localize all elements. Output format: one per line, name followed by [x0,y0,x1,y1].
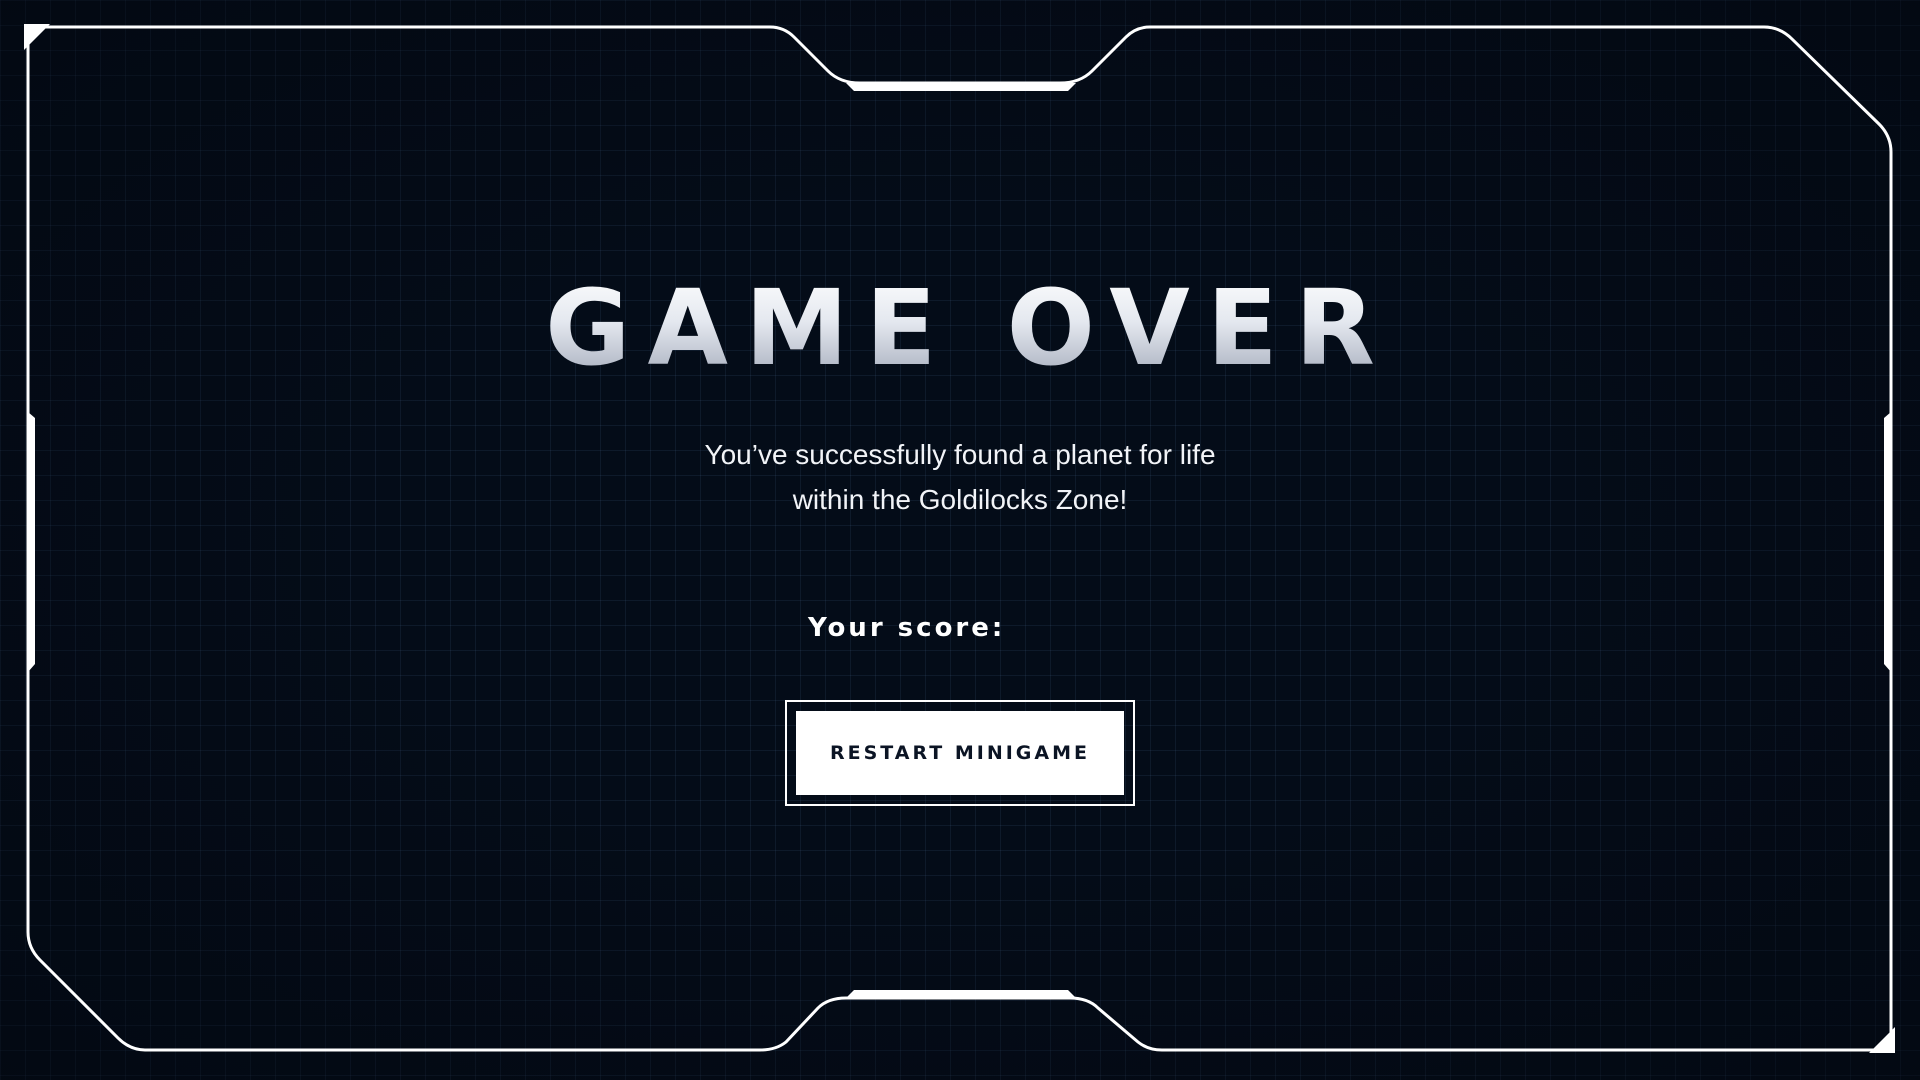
hud-frame [24,24,1895,1053]
frame-corner-top-left [24,24,50,50]
score-row: Your score: [808,608,1019,648]
restart-minigame-label: RESTART MINIGAME [796,711,1124,795]
frame-top-bar [846,83,1076,91]
frame-corner-bottom-right [1869,1027,1895,1053]
frame-bottom-bar [846,990,1076,998]
result-message-line-2: within the Goldilocks Zone! [792,484,1128,515]
result-message: You’ve successfully found a planet for l… [0,432,1920,522]
result-message-line-1: You’ve successfully found a planet for l… [704,439,1216,470]
frame-outline [26,25,1893,1052]
restart-minigame-button[interactable]: RESTART MINIGAME [785,700,1135,806]
score-label: Your score: [808,613,1006,643]
game-over-title: GAME OVER [0,268,1920,388]
